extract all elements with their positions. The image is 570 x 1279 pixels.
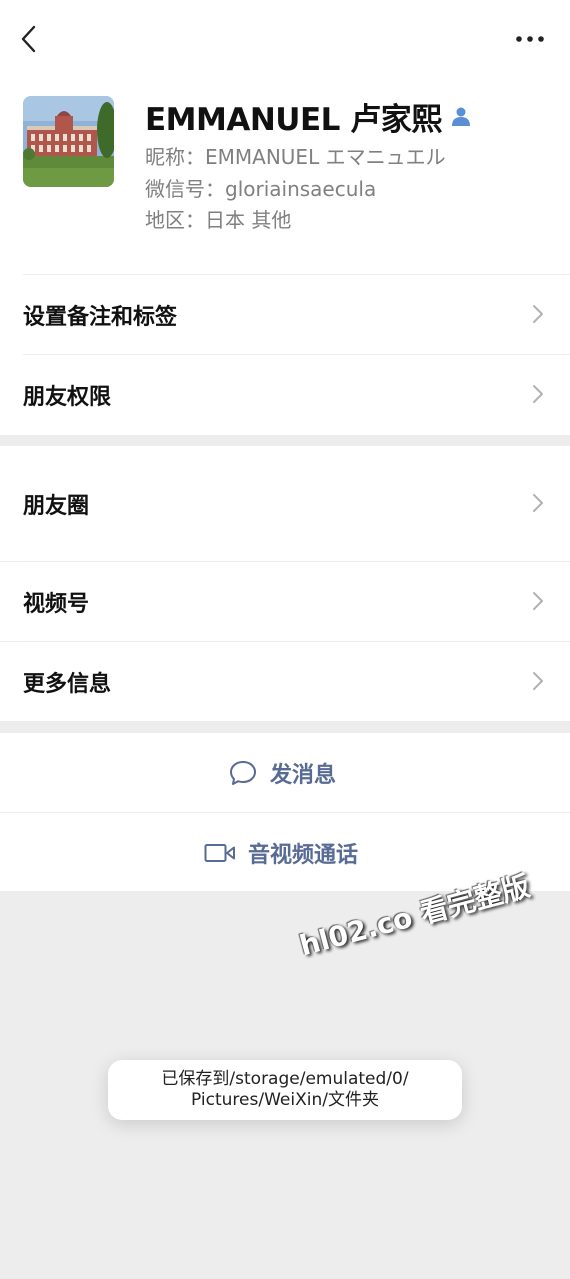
send-message-button[interactable]: 发消息 xyxy=(0,733,570,812)
chevron-right-icon xyxy=(530,590,546,612)
name-row: EMMANUEL 卢家熙 xyxy=(145,94,472,138)
menu-item-permissions[interactable]: 朋友权限 xyxy=(0,355,570,434)
menu-label: 朋友权限 xyxy=(23,385,112,410)
toast-line: 已保存到/storage/emulated/0/ xyxy=(161,1069,409,1089)
chevron-right-icon xyxy=(530,303,546,325)
more-options-icon[interactable] xyxy=(508,26,552,52)
menu-item-moments[interactable]: 朋友圈 xyxy=(0,446,570,561)
chat-bubble-icon xyxy=(228,759,258,787)
menu-label: 视频号 xyxy=(23,592,90,617)
chevron-right-icon xyxy=(530,383,546,405)
menu-item-channels[interactable]: 视频号 xyxy=(0,562,570,641)
back-icon[interactable] xyxy=(14,22,46,56)
menu-item-more-info[interactable]: 更多信息 xyxy=(0,642,570,721)
display-name: EMMANUEL 卢家熙 xyxy=(145,101,442,138)
toast-line: Pictures/WeiXin/文件夹 xyxy=(191,1090,379,1110)
wechat-id-text: 微信号：gloriainsaecula xyxy=(145,177,377,201)
video-call-label: 音视频通话 xyxy=(248,843,359,868)
menu-label: 更多信息 xyxy=(23,672,112,697)
send-message-label: 发消息 xyxy=(270,763,337,788)
nickname-text: 昵称：EMMANUEL エマニュエル xyxy=(145,145,446,169)
menu-item-remark-tags[interactable]: 设置备注和标签 xyxy=(0,275,570,354)
person-icon xyxy=(450,105,472,127)
chevron-right-icon xyxy=(530,492,546,514)
chevron-right-icon xyxy=(530,670,546,692)
save-toast: 已保存到/storage/emulated/0/ Pictures/WeiXin… xyxy=(108,1060,462,1120)
menu-label: 设置备注和标签 xyxy=(23,305,178,330)
region-text: 地区：日本 其他 xyxy=(145,208,292,232)
menu-label: 朋友圈 xyxy=(23,494,90,519)
video-camera-icon xyxy=(204,841,236,865)
avatar[interactable] xyxy=(23,96,114,187)
